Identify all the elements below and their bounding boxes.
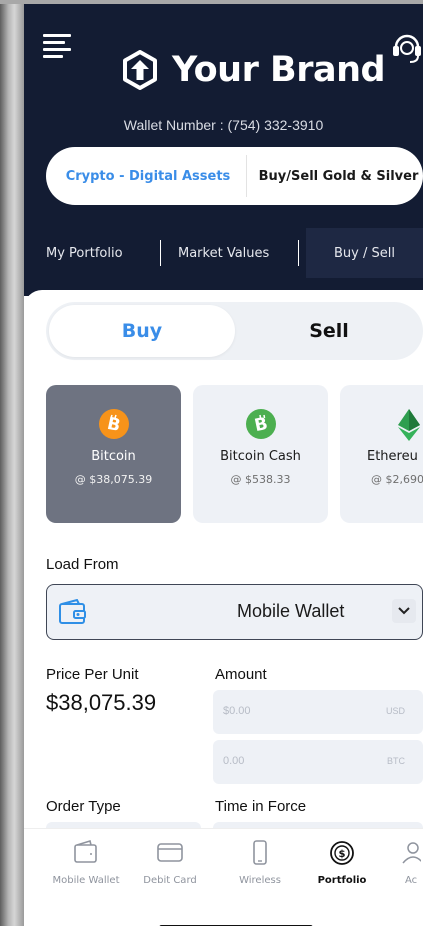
subnav-divider <box>298 240 299 266</box>
bitcoin-cash-icon: B <box>245 409 276 439</box>
load-from-label: Load From <box>46 556 119 573</box>
load-from-value: Mobile Wallet <box>237 601 345 621</box>
tab-buy-sell-gold-silver[interactable]: Buy/Sell Gold & Silver <box>246 147 423 205</box>
tab-label: Debit Card <box>143 875 197 886</box>
coin-price: @ $38,075.39 <box>74 473 153 486</box>
svg-text:$: $ <box>339 849 346 860</box>
support-headset-icon[interactable] <box>390 28 423 66</box>
brand-name: Your Brand <box>172 50 386 90</box>
tab-wireless[interactable]: Wireless <box>220 829 300 899</box>
tab-my-portfolio[interactable]: My Portfolio <box>46 228 123 278</box>
coin-price: @ $2,690 <box>371 473 423 486</box>
tab-label: Mobile Wallet <box>52 875 120 886</box>
amount-btc-placeholder: 0.00 <box>223 755 245 767</box>
brand-logo: Your Brand <box>122 44 386 96</box>
tab-label: rd <box>24 875 44 886</box>
portfolio-subnav: My Portfolio Market Values Buy / Sell <box>24 228 423 278</box>
amount-btc-unit: BTC <box>387 756 405 766</box>
svg-text:B: B <box>252 414 269 436</box>
wallet-number: Wallet Number : (754) 332-3910 <box>123 117 324 133</box>
tab-label: Ac <box>405 875 418 886</box>
coin-name: Bitcoin <box>91 449 136 464</box>
tab-portfolio[interactable]: $ Portfolio <box>302 829 382 899</box>
device-bezel <box>0 0 24 926</box>
app-header: Your Brand Wallet Number : (754) 332-391… <box>24 4 423 296</box>
ethereum-icon <box>340 409 423 441</box>
price-per-unit-label: Price Per Unit <box>46 666 139 683</box>
coin-name: Ethereu <box>367 449 418 464</box>
amount-usd-placeholder: $0.00 <box>223 705 251 717</box>
tab-crypto-digital-assets[interactable]: Crypto - Digital Assets <box>50 147 246 205</box>
sell-button[interactable]: Sell <box>235 305 423 357</box>
hamburger-menu-icon[interactable] <box>43 34 71 58</box>
coin-price: @ $538.33 <box>230 473 291 486</box>
coin-name: Bitcoin Cash <box>220 449 301 464</box>
tab-buy-sell[interactable]: Buy / Sell <box>306 228 423 278</box>
bitcoin-icon: B <box>98 409 129 439</box>
amount-btc-input[interactable]: 0.00 BTC <box>213 740 423 784</box>
trade-panel: Buy Sell B Bitcoin @ $38,075.39 B Bitcoi… <box>24 290 423 926</box>
load-from-select[interactable]: Mobile Wallet <box>46 584 423 640</box>
price-per-unit-value: $38,075.39 <box>46 690 157 715</box>
buy-sell-toggle: Buy Sell <box>46 302 423 360</box>
tab-card[interactable]: rd <box>24 829 44 899</box>
coin-card-bitcoin[interactable]: B Bitcoin @ $38,075.39 <box>46 385 181 523</box>
tab-label: Portfolio <box>317 875 367 886</box>
amount-usd-input[interactable]: $0.00 USD <box>213 690 423 734</box>
bottom-tab-bar: rd Mobile Wallet Debit Card <box>24 828 423 926</box>
tab-label: Wireless <box>239 875 281 886</box>
tab-market-values[interactable]: Market Values <box>178 228 269 278</box>
coin-card-ethereum[interactable]: Ethereu @ $2,690 <box>340 385 423 523</box>
amount-usd-unit: USD <box>385 706 405 716</box>
order-type-label: Order Type <box>46 798 121 815</box>
tab-account[interactable]: Ac <box>389 829 423 899</box>
coin-card-bitcoin-cash[interactable]: B Bitcoin Cash @ $538.33 <box>193 385 328 523</box>
chevron-down-icon <box>392 599 416 623</box>
debit-card-icon <box>157 843 183 862</box>
wallet-icon <box>74 839 97 863</box>
tab-debit-card[interactable]: Debit Card <box>130 829 210 899</box>
buy-button[interactable]: Buy <box>49 305 235 357</box>
phone-icon <box>253 840 267 865</box>
brand-mark-icon <box>123 50 157 90</box>
asset-class-toggle: Crypto - Digital Assets Buy/Sell Gold & … <box>46 147 423 205</box>
wallet-icon <box>59 599 86 624</box>
svg-text:B: B <box>105 414 122 436</box>
portfolio-coin-icon: $ <box>330 841 354 865</box>
account-icon <box>402 842 421 864</box>
subnav-divider <box>160 240 161 266</box>
amount-label: Amount <box>215 666 267 683</box>
time-in-force-label: Time in Force <box>215 798 307 815</box>
app-screen: Your Brand Wallet Number : (754) 332-391… <box>24 4 423 926</box>
tab-mobile-wallet[interactable]: Mobile Wallet <box>46 829 126 899</box>
